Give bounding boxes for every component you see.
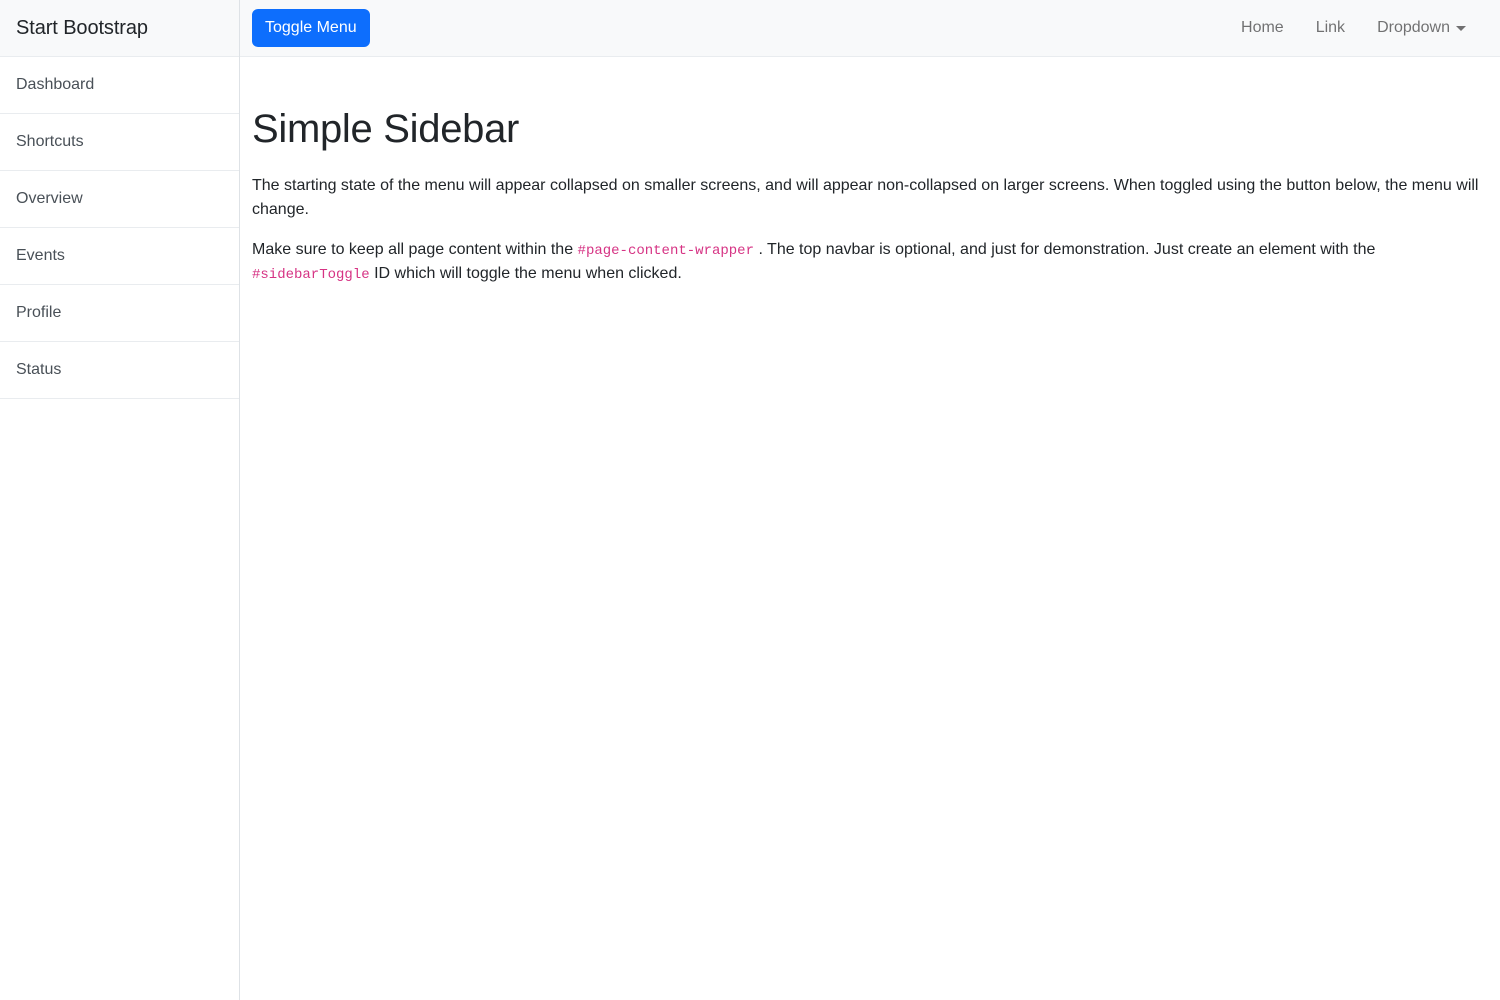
- nav-dropdown-toggle[interactable]: Dropdown: [1361, 8, 1480, 48]
- page-title: Simple Sidebar: [252, 107, 520, 151]
- sidebar-item-label: Overview: [16, 190, 83, 207]
- sidebar-item-label: Shortcuts: [16, 133, 84, 150]
- sidebar-item-label: Status: [16, 361, 62, 378]
- code-sidebar-toggle: #sidebarToggle: [252, 267, 370, 283]
- sidebar-item-label: Events: [16, 247, 65, 264]
- code-page-content-wrapper: #page-content-wrapper: [577, 243, 754, 259]
- nav-link-home[interactable]: Home: [1225, 8, 1300, 48]
- instructions-text-part2: . The top navbar is optional, and just f…: [758, 241, 1376, 258]
- content-container: Simple Sidebar The starting state of the…: [240, 57, 1500, 306]
- page-wrapper: Start Bootstrap Dashboard Shortcuts Over…: [0, 0, 1500, 1000]
- sidebar-item-profile[interactable]: Profile: [0, 285, 239, 342]
- sidebar-toggle-button[interactable]: Toggle Menu: [252, 9, 370, 47]
- sidebar-item-overview[interactable]: Overview: [0, 171, 239, 228]
- top-navbar: Toggle Menu Home Link Dropdown: [240, 0, 1500, 57]
- sidebar-heading: Start Bootstrap: [0, 0, 239, 57]
- sidebar-nav-list: Dashboard Shortcuts Overview Events Prof…: [0, 57, 239, 399]
- nav-link-label: Link: [1315, 19, 1346, 36]
- sidebar-item-label: Dashboard: [16, 76, 95, 93]
- sidebar-item-label: Profile: [16, 304, 62, 321]
- chevron-down-icon: [1456, 25, 1466, 31]
- sidebar: Start Bootstrap Dashboard Shortcuts Over…: [0, 0, 240, 1000]
- sidebar-item-dashboard[interactable]: Dashboard: [0, 57, 239, 114]
- page-content-wrapper: Toggle Menu Home Link Dropdown Simple Si…: [240, 0, 1500, 1000]
- nav-link-label: Dropdown: [1377, 19, 1450, 36]
- sidebar-item-events[interactable]: Events: [0, 228, 239, 285]
- nav-link-label: Home: [1241, 19, 1284, 36]
- sidebar-item-status[interactable]: Status: [0, 342, 239, 399]
- instructions-paragraph: Make sure to keep all page content withi…: [252, 238, 1480, 286]
- navbar-links: Home Link Dropdown: [1225, 8, 1488, 48]
- sidebar-item-shortcuts[interactable]: Shortcuts: [0, 114, 239, 171]
- nav-link-link[interactable]: Link: [1300, 8, 1361, 48]
- instructions-text-part1: Make sure to keep all page content withi…: [252, 241, 574, 258]
- intro-paragraph: The starting state of the menu will appe…: [252, 177, 1479, 218]
- instructions-text-part3: ID which will toggle the menu when click…: [374, 265, 682, 282]
